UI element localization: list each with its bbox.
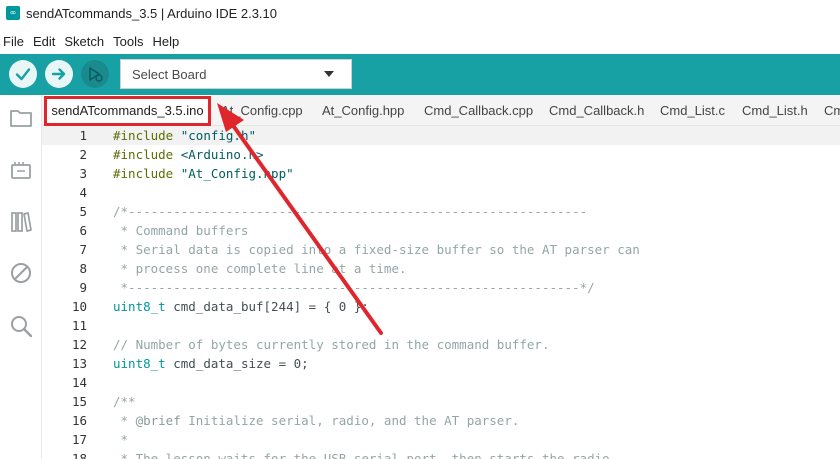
code-line[interactable]: 16 * @brief Initialize serial, radio, an… bbox=[42, 411, 840, 430]
code-text: * @brief Initialize serial, radio, and t… bbox=[113, 413, 520, 428]
code-line[interactable]: 12 // Number of bytes currently stored in… bbox=[42, 335, 840, 354]
debug-icon bbox=[89, 67, 103, 82]
code-text: * bbox=[113, 432, 129, 447]
tab-at-config-hpp[interactable]: At_Config.hpp bbox=[322, 95, 404, 125]
search-icon[interactable] bbox=[8, 313, 34, 339]
code-line[interactable]: 8 * process one complete line at a time. bbox=[42, 259, 840, 278]
code-line[interactable]: 13 uint8_t cmd_data_size = 0; bbox=[42, 354, 840, 373]
code-line[interactable]: 2 #include <Arduino.h> bbox=[42, 145, 840, 164]
debug-disabled-icon[interactable] bbox=[8, 260, 34, 286]
tab-label: Cmd_List.c bbox=[660, 102, 726, 118]
tab-label: Cmd_Callback.h bbox=[549, 102, 645, 118]
code-line[interactable]: 11 bbox=[42, 316, 840, 335]
code-line[interactable]: 5 /*-------------------------------------… bbox=[42, 202, 840, 221]
window-title: sendATcommands_3.5 | Arduino IDE 2.3.10 bbox=[26, 5, 278, 21]
line-number: 8 bbox=[79, 261, 87, 276]
code-line[interactable]: 14 bbox=[42, 373, 840, 392]
tab-label: Cmd_List.h bbox=[742, 102, 808, 118]
tab-label: sendATcommands_3.5.ino bbox=[51, 102, 204, 118]
editor-tab-bar: sendATcommands_3.5.ino At_Config.cpp At_… bbox=[42, 95, 840, 126]
line-number: 7 bbox=[79, 242, 87, 257]
code-text: #include "At_Config.hpp" bbox=[113, 166, 294, 181]
tab-cmd-callback-h[interactable]: Cmd_Callback.h bbox=[549, 95, 644, 125]
code-text: * The lesson waits for the USB serial po… bbox=[113, 451, 610, 459]
code-text: uint8_t cmd_data_buf[244] = { 0 }; bbox=[113, 299, 369, 314]
toolbar: Select Board bbox=[0, 54, 840, 95]
tab-label: Cm bbox=[824, 102, 840, 118]
chevron-down-icon bbox=[324, 71, 334, 77]
line-number: 11 bbox=[71, 318, 87, 333]
tab-label: At_Config.hpp bbox=[322, 102, 405, 118]
menu-edit[interactable]: Edit bbox=[30, 34, 59, 49]
menu-file[interactable]: File bbox=[0, 34, 28, 49]
line-number: 14 bbox=[71, 375, 87, 390]
line-number: 9 bbox=[79, 280, 87, 295]
tab-cmd-list-c[interactable]: Cmd_List.c bbox=[660, 95, 725, 125]
line-number: 3 bbox=[79, 166, 87, 181]
line-number: 17 bbox=[71, 432, 87, 447]
code-text: * Command buffers bbox=[113, 223, 249, 238]
code-text: uint8_t cmd_data_size = 0; bbox=[113, 356, 309, 371]
line-number: 5 bbox=[79, 204, 87, 219]
tab-overflow[interactable]: Cm bbox=[824, 95, 840, 125]
line-number: 13 bbox=[71, 356, 87, 371]
code-line[interactable]: 1 #include "config.h" bbox=[42, 126, 840, 145]
code-line[interactable]: 18 * The lesson waits for the USB serial… bbox=[42, 449, 840, 459]
code-line[interactable]: 7 * Serial data is copied into a fixed-s… bbox=[42, 240, 840, 259]
upload-button[interactable] bbox=[45, 60, 73, 88]
menu-help[interactable]: Help bbox=[149, 34, 183, 49]
tab-sendatcommands-ino[interactable]: sendATcommands_3.5.ino bbox=[44, 95, 211, 125]
code-line[interactable]: 15 /** bbox=[42, 392, 840, 411]
code-editor[interactable]: 1 #include "config.h" 2 #include <Arduino.h… bbox=[42, 126, 840, 459]
board-selector-label: Select Board bbox=[132, 66, 207, 82]
tab-cmd-list-h[interactable]: Cmd_List.h bbox=[742, 95, 808, 125]
code-text: // Number of bytes currently stored in t… bbox=[113, 337, 550, 352]
menu-bar: File Edit Sketch Tools Help bbox=[0, 30, 185, 52]
code-line[interactable]: 17 * bbox=[42, 430, 840, 449]
board-manager-icon[interactable] bbox=[8, 158, 34, 184]
checkmark-icon bbox=[15, 68, 31, 81]
code-text: #include <Arduino.h> bbox=[113, 147, 264, 162]
code-text: /** bbox=[113, 394, 136, 409]
debug-button[interactable] bbox=[81, 60, 109, 88]
code-text: * Serial data is copied into a fixed-siz… bbox=[113, 242, 640, 257]
code-text: #include "config.h" bbox=[113, 128, 257, 143]
line-number: 12 bbox=[71, 337, 87, 352]
library-icon[interactable] bbox=[8, 209, 34, 235]
board-selector[interactable]: Select Board bbox=[120, 59, 352, 89]
tab-cmd-callback-cpp[interactable]: Cmd_Callback.cpp bbox=[424, 95, 533, 125]
code-text: * process one complete line at a time. bbox=[113, 261, 407, 276]
line-number: 18 bbox=[71, 451, 87, 459]
sidebar bbox=[0, 95, 42, 459]
arrow-right-icon bbox=[51, 68, 66, 80]
verify-button[interactable] bbox=[9, 60, 37, 88]
code-line[interactable]: 4 bbox=[42, 183, 840, 202]
folder-icon[interactable] bbox=[8, 105, 34, 131]
line-number: 10 bbox=[71, 299, 87, 314]
menu-tools[interactable]: Tools bbox=[110, 34, 147, 49]
arduino-logo-icon: ∞ bbox=[6, 6, 20, 20]
line-number: 4 bbox=[79, 185, 87, 200]
menu-sketch[interactable]: Sketch bbox=[61, 34, 108, 49]
title-bar: ∞ sendATcommands_3.5 | Arduino IDE 2.3.1… bbox=[0, 0, 840, 26]
code-line[interactable]: 3 #include "At_Config.hpp" bbox=[42, 164, 840, 183]
line-number: 2 bbox=[79, 147, 87, 162]
tab-at-config-cpp[interactable]: At_Config.cpp bbox=[221, 95, 303, 125]
tab-label: At_Config.cpp bbox=[221, 102, 303, 118]
tab-label: Cmd_Callback.cpp bbox=[424, 102, 534, 118]
line-number: 15 bbox=[71, 394, 87, 409]
code-line[interactable]: 6 * Command buffers bbox=[42, 221, 840, 240]
code-line[interactable]: 9 *-------------------------------------… bbox=[42, 278, 840, 297]
line-number: 1 bbox=[79, 128, 87, 143]
code-text: /*--------------------------------------… bbox=[113, 204, 588, 219]
line-number: 16 bbox=[71, 413, 87, 428]
code-line[interactable]: 10 uint8_t cmd_data_buf[244] = { 0 }; bbox=[42, 297, 840, 316]
line-number: 6 bbox=[79, 223, 87, 238]
code-text: *---------------------------------------… bbox=[113, 280, 595, 295]
